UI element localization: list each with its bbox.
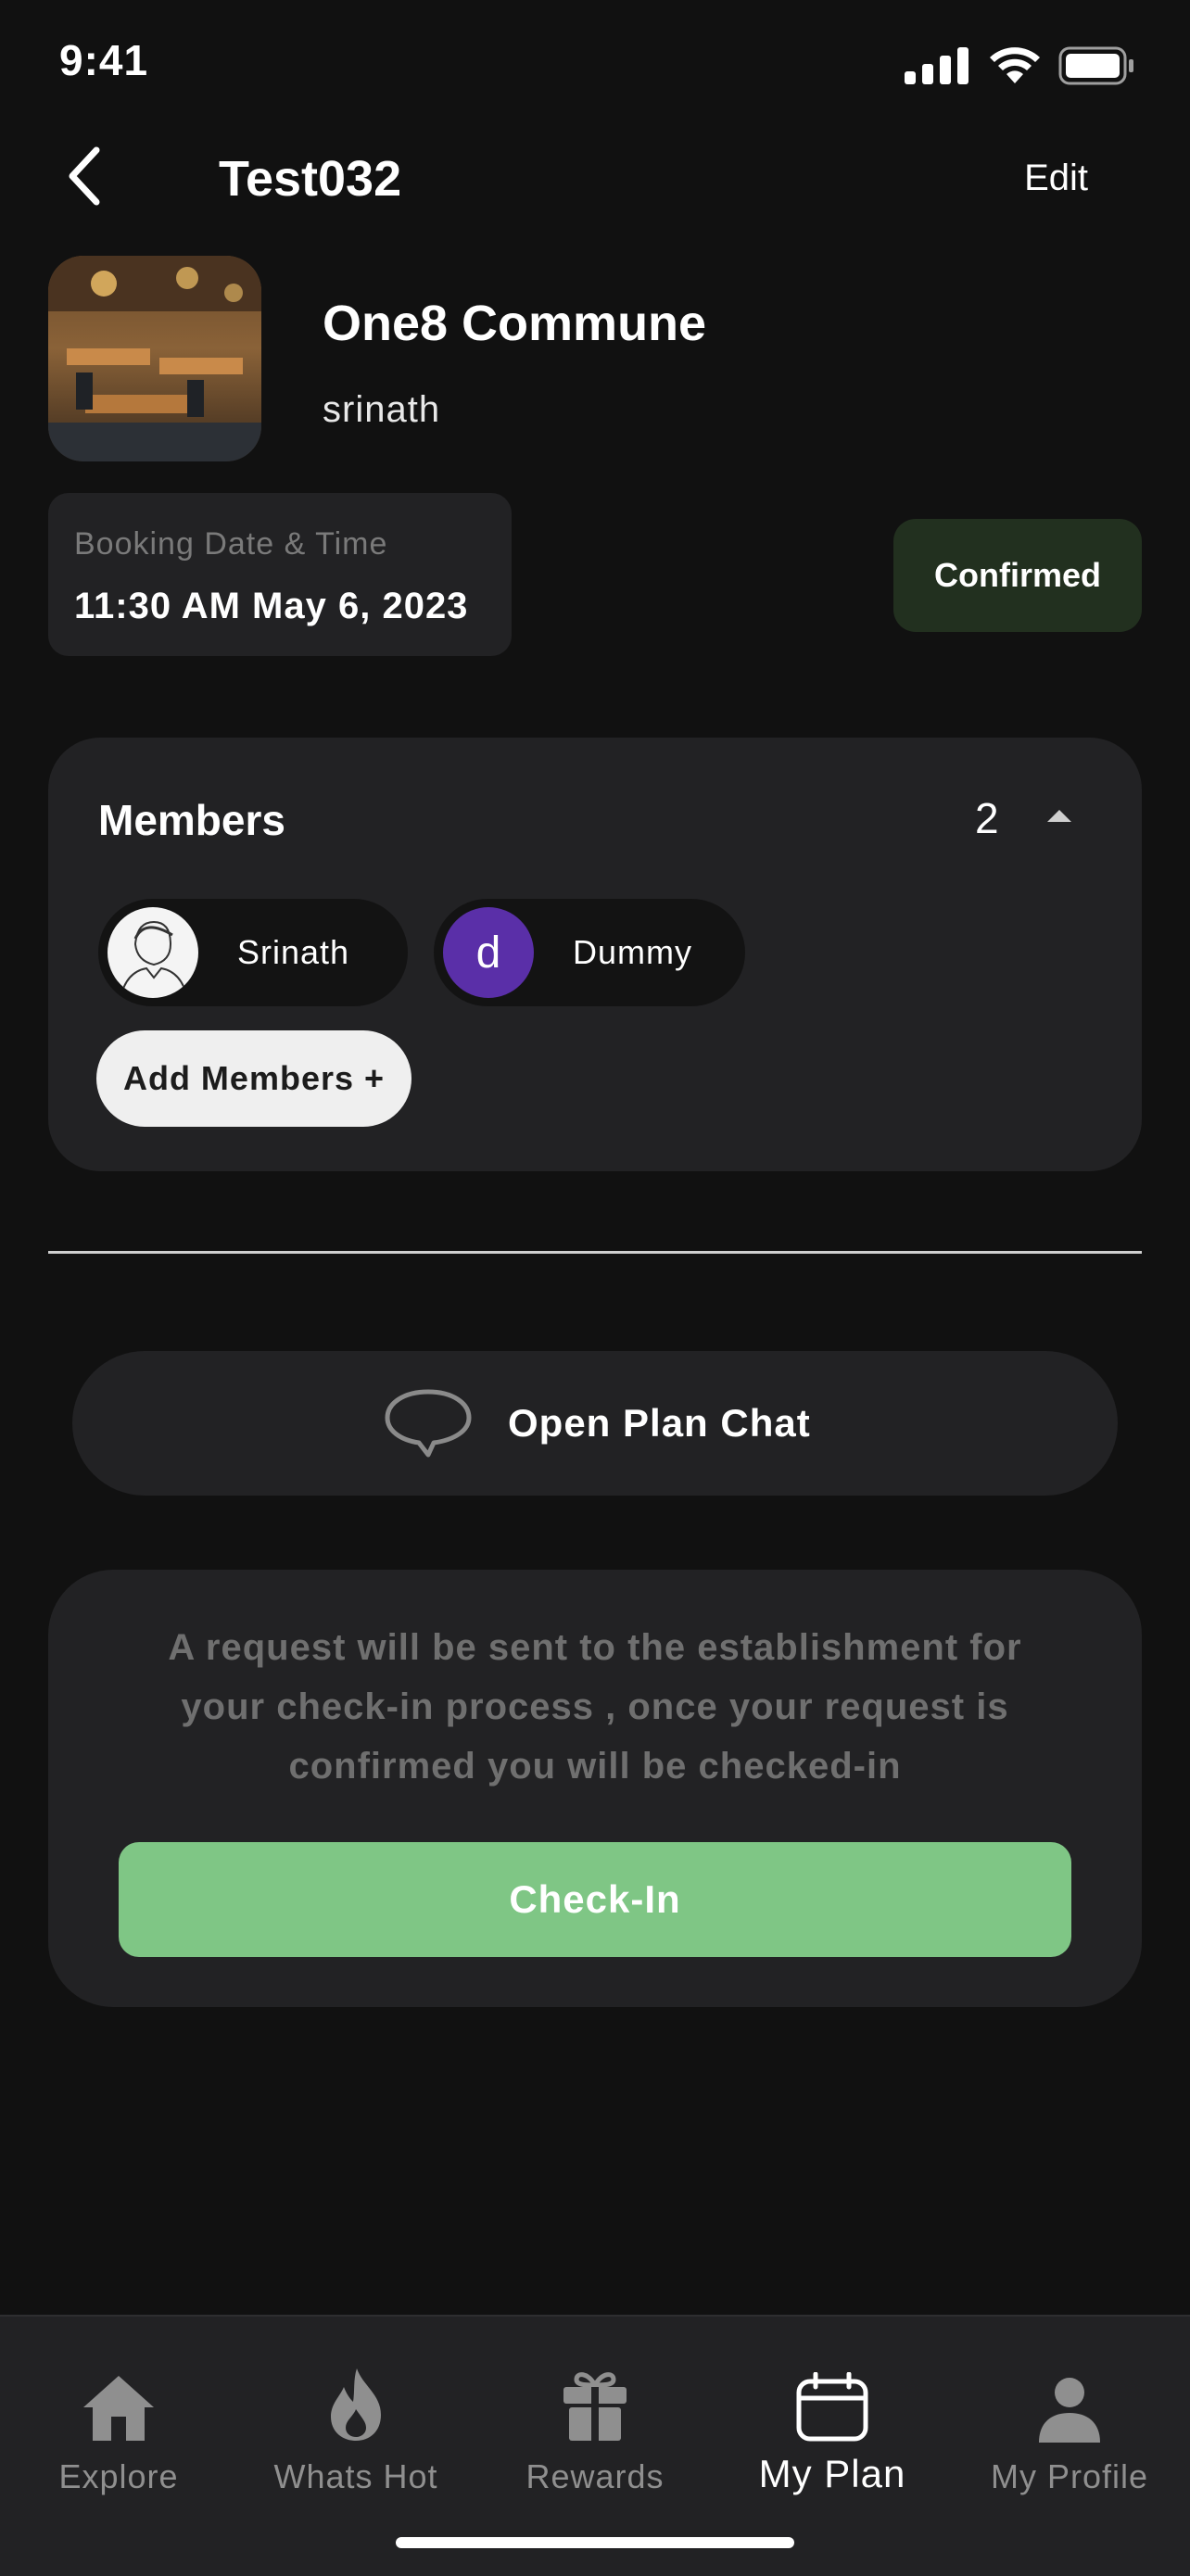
tab-label: Rewards bbox=[525, 2457, 665, 2495]
avatar bbox=[108, 907, 198, 998]
battery-icon bbox=[1058, 46, 1133, 85]
tab-label: Explore bbox=[58, 2457, 179, 2495]
signal-icon bbox=[905, 47, 968, 84]
avatar: d bbox=[443, 907, 534, 998]
booking-card: Booking Date & Time 11:30 AM May 6, 2023 bbox=[48, 493, 512, 656]
members-card: Members 2 Srinath d Dummy Add Members + bbox=[48, 738, 1142, 1171]
members-title: Members bbox=[98, 796, 285, 844]
tab-label: My Profile bbox=[990, 2457, 1149, 2495]
venue-user: srinath bbox=[323, 389, 441, 430]
tab-whats-hot[interactable]: Whats Hot bbox=[245, 2363, 467, 2496]
chat-bubble-icon bbox=[385, 1389, 472, 1458]
chevron-left-icon bbox=[69, 146, 100, 206]
check-in-button[interactable]: Check-In bbox=[119, 1842, 1071, 1957]
member-chip[interactable]: d Dummy bbox=[434, 899, 745, 1006]
member-name: Srinath bbox=[237, 933, 350, 971]
member-name: Dummy bbox=[573, 933, 692, 971]
home-icon bbox=[83, 2376, 154, 2441]
tab-explore[interactable]: Explore bbox=[7, 2363, 230, 2496]
checkin-note: A request will be sent to the establishm… bbox=[168, 1627, 1022, 1787]
status-time: 9:41 bbox=[59, 36, 149, 84]
status-icons bbox=[905, 46, 1134, 85]
user-sketch-icon bbox=[120, 920, 188, 998]
wifi-icon bbox=[990, 47, 1040, 83]
calendar-icon bbox=[796, 2372, 868, 2442]
venue-image bbox=[48, 256, 261, 461]
chat-label: Open Plan Chat bbox=[508, 1401, 811, 1445]
user-icon bbox=[1039, 2378, 1100, 2443]
member-chip[interactable]: Srinath bbox=[98, 899, 408, 1006]
caret-up-icon[interactable] bbox=[1047, 810, 1071, 822]
booking-datetime: 11:30 AM May 6, 2023 bbox=[74, 586, 469, 626]
tab-label: Whats Hot bbox=[273, 2457, 438, 2495]
booking-label: Booking Date & Time bbox=[74, 526, 388, 562]
open-plan-chat-button[interactable]: Open Plan Chat bbox=[72, 1351, 1118, 1496]
add-members-button[interactable]: Add Members + bbox=[96, 1030, 411, 1127]
divider bbox=[48, 1251, 1142, 1254]
status-badge: Confirmed bbox=[893, 519, 1142, 632]
checkin-card: A request will be sent to the establishm… bbox=[48, 1570, 1142, 2007]
gift-icon bbox=[563, 2372, 627, 2441]
members-count: 2 bbox=[975, 794, 999, 842]
flame-icon bbox=[331, 2368, 381, 2441]
tab-label: My Plan bbox=[758, 2452, 906, 2495]
tab-my-profile[interactable]: My Profile bbox=[958, 2363, 1181, 2496]
tab-my-plan[interactable]: My Plan bbox=[721, 2363, 943, 2496]
back-button[interactable] bbox=[56, 139, 111, 213]
plan-title: Test032 bbox=[219, 151, 402, 207]
venue-name: One8 Commune bbox=[323, 296, 707, 351]
edit-button[interactable]: Edit bbox=[1024, 158, 1088, 199]
home-indicator bbox=[396, 2537, 794, 2548]
tab-rewards[interactable]: Rewards bbox=[484, 2363, 706, 2496]
